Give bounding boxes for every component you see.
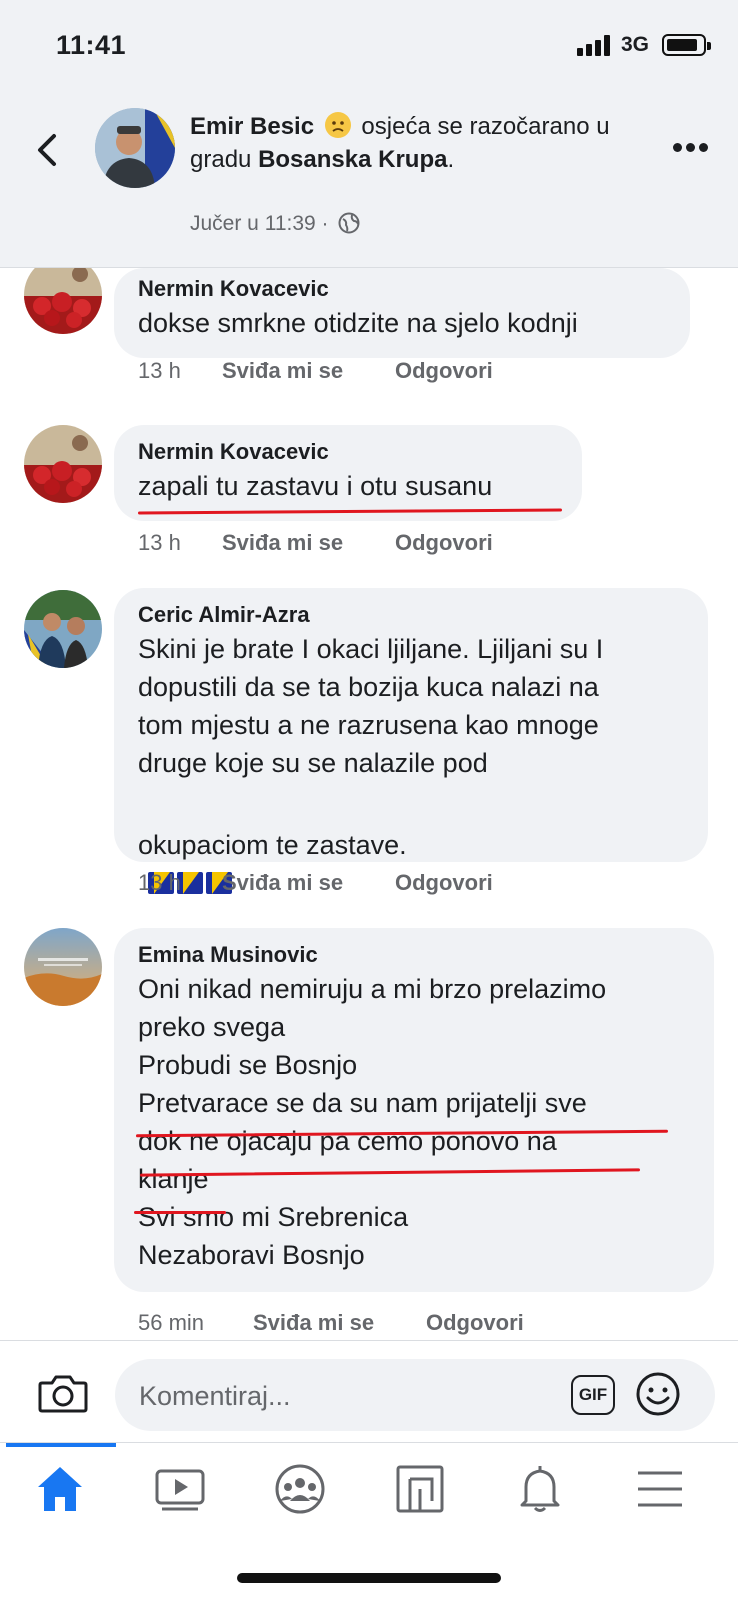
- post-place[interactable]: Bosanska Krupa: [258, 146, 447, 173]
- post-timestamp[interactable]: Jučer u 11:39 ·: [190, 212, 329, 235]
- commenter-avatar[interactable]: [24, 590, 102, 668]
- comment-time[interactable]: 13 h: [138, 530, 181, 556]
- period-text: .: [447, 146, 455, 173]
- commenter-avatar[interactable]: [24, 928, 102, 1006]
- comment-bubble[interactable]: Emina Musinovic Oni nikad nemiruju a mi …: [114, 928, 714, 1292]
- comment-author[interactable]: Ceric Almir-Azra: [138, 600, 684, 630]
- like-button[interactable]: Sviđa mi se: [222, 358, 343, 384]
- comment-time[interactable]: 13 h: [138, 870, 181, 896]
- comment-author[interactable]: Nermin Kovacevic: [138, 274, 666, 304]
- groups-icon[interactable]: [270, 1463, 330, 1515]
- comment-placeholder: Komentiraj...: [139, 1381, 291, 1411]
- like-button[interactable]: Sviđa mi se: [222, 870, 343, 896]
- comment-text: zapali tu zastavu i otu susanu: [138, 471, 493, 501]
- like-button[interactable]: Sviđa mi se: [222, 530, 343, 556]
- home-indicator[interactable]: [237, 1573, 501, 1583]
- comment-time[interactable]: 13 h: [138, 358, 181, 384]
- active-tab-indicator: [6, 1443, 116, 1447]
- more-icon[interactable]: [673, 143, 709, 153]
- signal-icon: [577, 34, 615, 56]
- comment-bubble[interactable]: Nermin Kovacevic zapali tu zastavu i otu…: [114, 425, 582, 521]
- comment-text: dokse smrkne otidzite na sjelo kodnji: [138, 308, 578, 338]
- post-author-avatar[interactable]: [95, 108, 175, 188]
- comment-time[interactable]: 56 min: [138, 1310, 204, 1336]
- post-author-name[interactable]: Emir Besic: [190, 113, 314, 140]
- reply-button[interactable]: Odgovori: [395, 870, 493, 896]
- status-time: 11:41: [56, 30, 127, 60]
- comment-bubble[interactable]: Nermin Kovacevic dokse smrkne otidzite n…: [114, 268, 690, 358]
- gif-icon[interactable]: GIF: [571, 1375, 615, 1415]
- comment-bubble[interactable]: Ceric Almir-Azra Skini je brate I okaci …: [114, 588, 708, 894]
- home-icon[interactable]: [30, 1463, 90, 1515]
- comment-author[interactable]: Emina Musinovic: [138, 940, 690, 970]
- watch-icon[interactable]: [150, 1463, 210, 1515]
- globe-icon: [338, 212, 360, 234]
- reply-button[interactable]: Odgovori: [395, 358, 493, 384]
- commenter-avatar[interactable]: [24, 268, 102, 334]
- status-bar: 11:41 3G: [0, 0, 738, 90]
- comment-item: Nermin Kovacevic dokse smrkne otidzite n…: [0, 268, 738, 398]
- reply-button[interactable]: Odgovori: [426, 1310, 524, 1336]
- bottom-tab-bar: [0, 1442, 738, 1532]
- like-button[interactable]: Sviđa mi se: [253, 1310, 374, 1336]
- comment-composer: Komentiraj... GIF: [0, 1340, 738, 1442]
- sad-face-icon: [324, 112, 351, 138]
- network-label: 3G: [621, 33, 650, 56]
- bih-flag-icon: [177, 872, 203, 894]
- red-underline: [134, 1211, 226, 1214]
- post-header-text: Emir Besic osjeća se razočarano u gradu …: [190, 110, 610, 176]
- back-icon[interactable]: [34, 130, 60, 170]
- post-header: Emir Besic osjeća se razočarano u gradu …: [0, 90, 738, 268]
- post-meta: Jučer u 11:39 ·: [190, 212, 360, 236]
- emoji-icon[interactable]: [635, 1371, 681, 1417]
- comment-input[interactable]: Komentiraj... GIF: [115, 1359, 715, 1431]
- menu-icon[interactable]: [630, 1463, 690, 1515]
- commenter-avatar[interactable]: [24, 425, 102, 503]
- comment-text-final: okupaciom te zastave.: [138, 830, 407, 860]
- camera-icon[interactable]: [38, 1373, 88, 1413]
- pages-icon[interactable]: [390, 1463, 450, 1515]
- comment-author[interactable]: Nermin Kovacevic: [138, 437, 558, 467]
- comment-text: Oni nikad nemiruju a mi brzo prelazimo p…: [138, 974, 607, 1270]
- comment-text: Skini je brate I okaci ljiljane. Ljiljan…: [138, 634, 604, 778]
- battery-icon: [662, 34, 711, 56]
- reply-button[interactable]: Odgovori: [395, 530, 493, 556]
- bell-icon[interactable]: [510, 1463, 570, 1515]
